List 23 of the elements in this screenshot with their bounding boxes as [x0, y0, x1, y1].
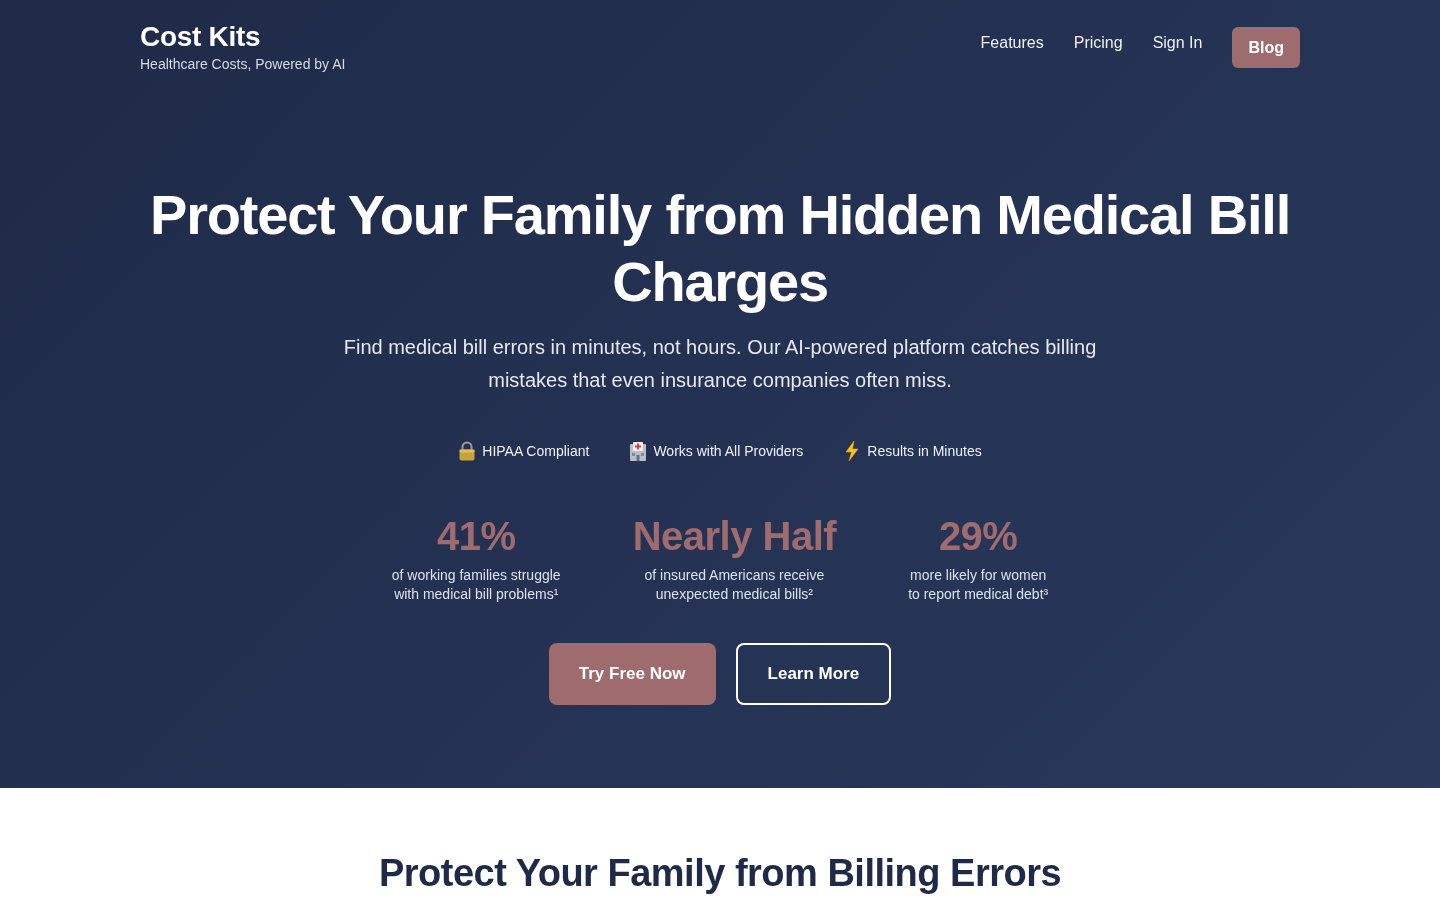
stat-description: more likely for women to report medical debt³ — [908, 566, 1049, 604]
feature-label: Works with All Providers — [653, 442, 804, 460]
nav-link[interactable]: Features — [980, 33, 1044, 53]
hospital-icon — [629, 441, 648, 461]
lightning-icon — [843, 441, 862, 461]
feature-label: Results in Minutes — [867, 442, 982, 460]
stat-value: 41% — [436, 513, 516, 560]
stat-value: 29% — [938, 513, 1018, 560]
feature-label: HIPAA Compliant — [482, 442, 590, 460]
tagline: Healthcare Costs, Powered by AI — [140, 55, 346, 73]
stat-value: Nearly Half — [632, 513, 837, 560]
padlock-icon — [458, 441, 477, 461]
blog-button[interactable]: Blog — [1232, 27, 1300, 68]
nav-link[interactable]: Sign In — [1152, 33, 1203, 53]
hero-title: Protect Your Family from Hidden Medical Bill Charges — [149, 182, 1291, 315]
try-free-button[interactable]: Try Free Now — [548, 643, 716, 705]
stat-description: of insured Americans receive unexpected medical bills² — [644, 566, 825, 604]
learn-more-button[interactable]: Learn More — [735, 643, 892, 705]
hero-subtitle: Find medical bill errors in minutes, not hours. Our AI-powered platform catches billing mistakes that even insurance companies often miss. — [342, 335, 1098, 393]
stat-description: of working families struggle with medical bill problems¹ — [391, 566, 561, 604]
nav-link[interactable]: Pricing — [1073, 33, 1123, 53]
section-title: Protect Your Family from Billing Errors — [378, 851, 1062, 896]
logo-text: Cost Kits — [140, 20, 262, 54]
